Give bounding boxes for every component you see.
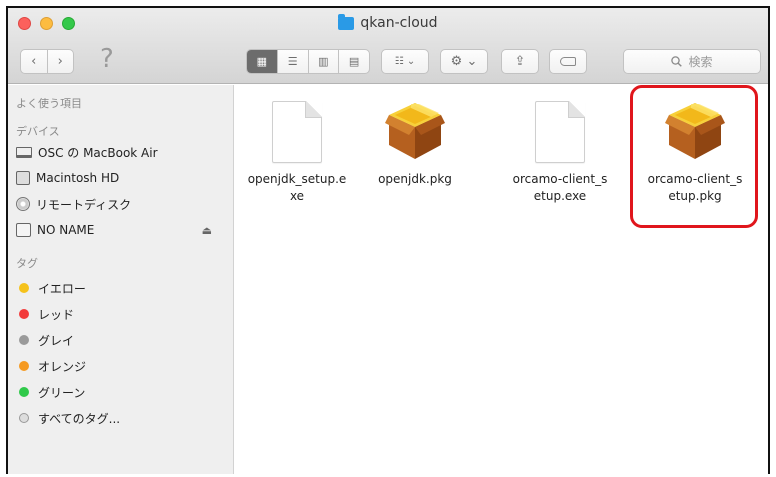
tag-color-dot (19, 309, 29, 319)
sidebar-item-remote-disc[interactable]: リモートディスク (16, 195, 226, 213)
tag-color-dot (19, 283, 29, 293)
nav-buttons: ‹ › (20, 49, 74, 74)
file-item[interactable]: openjdk.pkg (365, 101, 465, 188)
sidebar-item-label: グリーン (38, 385, 86, 400)
sidebar-item-label: すべてのタグ... (38, 411, 121, 426)
remote-disc-icon (16, 197, 30, 211)
tag-color-dot (19, 335, 29, 345)
sidebar: よく使う項目 デバイス OSC の MacBook Air Macintosh … (8, 85, 234, 474)
highlight-annotation (630, 85, 758, 228)
share-button[interactable]: ⇪ (501, 49, 539, 74)
external-drive-icon (16, 223, 31, 237)
sidebar-item-label: レッド (38, 307, 75, 322)
search-placeholder: 検索 (688, 55, 713, 69)
finder-window: qkan-cloud ‹ › ? ▦ ☰ ▥ ▤ ☷ ⌄ ⚙ ⌄ ⇪ 検索 よく… (6, 6, 770, 474)
sidebar-item-label: リモートディスク (36, 197, 132, 212)
back-button[interactable]: ‹ (21, 54, 47, 69)
sidebar-item-label: NO NAME (37, 223, 95, 237)
file-item[interactable]: orcamo-client_setup.exe (510, 101, 610, 205)
sidebar-item-label: オレンジ (38, 359, 87, 374)
favorites-header[interactable]: よく使う項目 (16, 95, 82, 111)
sidebar-tag-orange[interactable]: オレンジ (16, 357, 226, 375)
help-icon[interactable]: ? (100, 44, 114, 74)
sidebar-item-label: イエロー (38, 281, 86, 296)
hard-disk-icon (16, 171, 30, 185)
document-icon (535, 101, 585, 163)
sidebar-tag-green[interactable]: グリーン (16, 383, 226, 401)
document-icon (272, 101, 322, 163)
sidebar-tag-red[interactable]: レッド (16, 305, 226, 323)
sidebar-item-macintosh-hd[interactable]: Macintosh HD (16, 169, 226, 187)
action-gear-button[interactable]: ⚙ ⌄ (440, 49, 488, 74)
eject-icon[interactable]: ⏏ (202, 224, 212, 237)
package-icon (385, 103, 445, 159)
file-name: openjdk_setup.exe (247, 172, 347, 203)
folder-icon (338, 13, 355, 30)
cover-flow-button[interactable]: ▤ (339, 50, 369, 73)
sidebar-item-label: OSC の MacBook Air (38, 145, 158, 160)
window-title-text: qkan-cloud (360, 15, 438, 31)
file-name: openjdk.pkg (378, 172, 452, 186)
tags-header[interactable]: タグ (16, 255, 38, 271)
tag-color-dot (19, 361, 29, 371)
tag-color-dot (19, 387, 29, 397)
file-name: orcamo-client_setup.exe (512, 172, 608, 203)
icon-view-button[interactable]: ▦ (247, 50, 278, 73)
sidebar-all-tags[interactable]: すべてのタグ... (16, 409, 226, 427)
file-item[interactable]: openjdk_setup.exe (247, 101, 347, 205)
forward-button[interactable]: › (47, 54, 73, 69)
laptop-icon (16, 146, 32, 158)
sidebar-item-label: グレイ (38, 333, 75, 348)
tag-color-dot (19, 413, 29, 423)
sidebar-item-macbook-air[interactable]: OSC の MacBook Air (16, 143, 226, 161)
arrange-button[interactable]: ☷ ⌄ (381, 49, 429, 74)
tag-icon (560, 57, 576, 66)
list-view-button[interactable]: ☰ (278, 50, 309, 73)
title-toolbar: qkan-cloud ‹ › ? ▦ ☰ ▥ ▤ ☷ ⌄ ⚙ ⌄ ⇪ 検索 (8, 8, 768, 84)
window-title: qkan-cloud (8, 13, 768, 31)
view-mode-buttons: ▦ ☰ ▥ ▤ (246, 49, 370, 74)
sidebar-item-no-name[interactable]: NO NAME ⏏ (16, 221, 226, 239)
search-field[interactable]: 検索 (623, 49, 761, 74)
edit-tags-button[interactable] (549, 49, 587, 74)
search-icon (671, 56, 683, 67)
devices-header[interactable]: デバイス (16, 123, 60, 139)
sidebar-tag-yellow[interactable]: イエロー (16, 279, 226, 297)
sidebar-item-label: Macintosh HD (36, 171, 120, 185)
sidebar-tag-gray[interactable]: グレイ (16, 331, 226, 349)
column-view-button[interactable]: ▥ (309, 50, 340, 73)
